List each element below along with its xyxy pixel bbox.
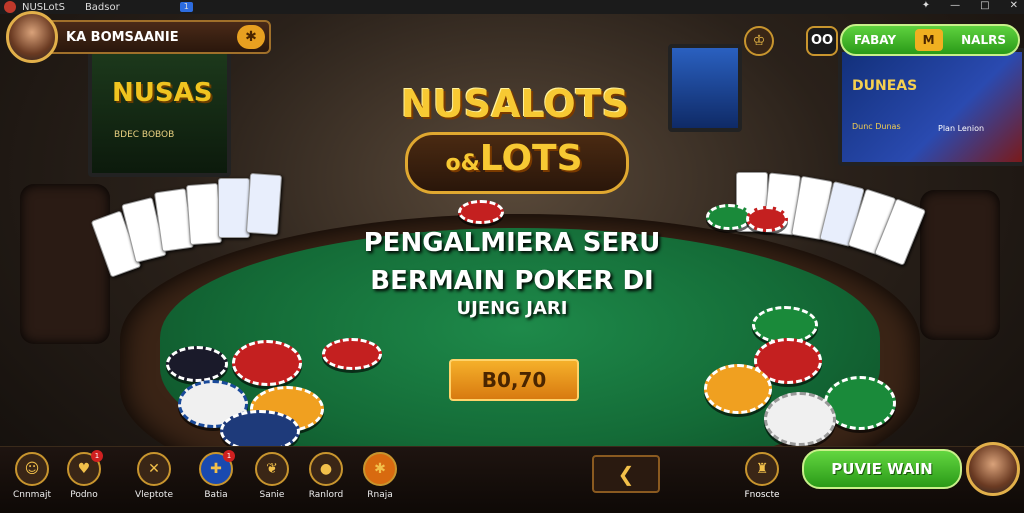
tv-left-logo: NUSAS [112, 78, 213, 108]
avatar-icon: ☺ [15, 452, 49, 486]
ticket-icon: ✚ 1 [199, 450, 235, 486]
nav-label: Podno [70, 490, 98, 500]
oo-button[interactable]: OO [806, 26, 838, 56]
avatar[interactable] [966, 442, 1020, 496]
top-left-label[interactable]: FABAY [854, 33, 896, 47]
tv-middle [668, 44, 742, 132]
chip-stack [764, 392, 836, 446]
star-icon[interactable]: ✱ [237, 25, 265, 49]
window-titlebar: NUSLotS Badsor 1 ✦ — □ ✕ [0, 0, 1024, 14]
headline: PENGALMIERA SERU BERMAIN POKER DI UJENG … [300, 228, 724, 319]
orange-icon: ● [309, 452, 343, 486]
window-menu[interactable]: Badsor [85, 2, 120, 13]
chip-stack [232, 340, 302, 386]
nav-label: Cnnmajt [12, 490, 51, 500]
headline-line3: UJENG JARI [456, 298, 568, 319]
tv-right-sub1: Dunc Dunas [852, 122, 901, 131]
top-right-label[interactable]: NALRS [961, 33, 1006, 47]
brand-line2-text: LOTS [479, 138, 583, 179]
menu-icon[interactable]: M [914, 29, 943, 51]
chip-stack [704, 364, 772, 414]
playing-card [185, 182, 223, 246]
brand-prefix: o& [445, 151, 480, 176]
nav-item-podno[interactable]: ♥ 1 Podno [56, 450, 112, 500]
nav-item-vleptote[interactable]: ✕ Vleptote [126, 452, 182, 500]
nav-label: Batia [204, 490, 228, 500]
minimize-icon[interactable]: — [950, 0, 960, 11]
nav-item-batia[interactable]: ✚ 1 Batia [188, 450, 244, 500]
tv-left: NUSAS BDEC BOBOB [88, 44, 231, 177]
nav-item-cnnmajt[interactable]: ☺ Cnnmajt [4, 452, 60, 500]
amount-button[interactable]: B0,70 [449, 359, 579, 401]
app-icon [4, 1, 16, 13]
nav-item-rnaja[interactable]: ✱ Rnaja [352, 452, 408, 500]
username-box[interactable]: KA BOMSAANIE ✱ [46, 20, 271, 54]
notification-badge: 1 [91, 450, 103, 462]
rank-icon[interactable]: ♔ [744, 26, 774, 56]
star-icon: ✱ [363, 452, 397, 486]
chair-left [20, 184, 110, 344]
center-action-button[interactable]: ❮ [592, 455, 660, 493]
chip-stack [322, 338, 382, 370]
headline-line1: PENGALMIERA SERU [363, 228, 661, 258]
chair-right [920, 190, 1000, 340]
pin-icon[interactable]: ✦ [922, 0, 930, 11]
nav-label: Ranlord [308, 490, 344, 500]
maximize-icon[interactable]: □ [980, 0, 989, 11]
user-profile[interactable]: KA BOMSAANIE ✱ [6, 11, 271, 63]
leaf-icon: ❦ [255, 452, 289, 486]
nav-label: Vleptote [134, 490, 173, 500]
chip-stack [746, 206, 788, 232]
close-icon[interactable]: ✕ [1010, 0, 1018, 11]
avatar[interactable] [6, 11, 58, 63]
nav-label: Fnoscte [744, 490, 780, 500]
chip-stack [166, 346, 228, 382]
brand-line2: o&LOTS [405, 138, 623, 179]
nav-label: Sanie [259, 490, 285, 500]
play-button[interactable]: PUVIE WAIN [802, 449, 962, 489]
brand-line1: NUSALOTS [401, 82, 629, 126]
username: KA BOMSAANIE [66, 29, 179, 45]
coin-icon: ♜ [745, 452, 779, 486]
tv-right: DUNEAS Dunc Dunas Plan Lenion [838, 48, 1024, 166]
tab-badge[interactable]: 1 [179, 2, 193, 12]
tv-right-sub2: Plan Lenion [938, 124, 985, 133]
nav-item-sanie[interactable]: ❦ Sanie [244, 452, 300, 500]
cross-icon: ✕ [137, 452, 171, 486]
nav-item-promo[interactable]: ♜ Fnoscte [736, 452, 788, 500]
heart-icon: ♥ 1 [67, 450, 103, 486]
notification-badge: 1 [223, 450, 235, 462]
playing-card [245, 172, 283, 236]
game-brand-logo: NUSALOTS o&LOTS [395, 58, 635, 208]
tv-left-sub: BDEC BOBOB [114, 130, 175, 140]
headline-line2: BERMAIN POKER DI [370, 266, 654, 296]
top-right-action-bar[interactable]: FABAY M NALRS [840, 24, 1020, 56]
nav-label: Rnaja [367, 490, 393, 500]
tv-right-title: DUNEAS [852, 78, 918, 94]
nav-item-ranlord[interactable]: ● Ranlord [298, 452, 354, 500]
